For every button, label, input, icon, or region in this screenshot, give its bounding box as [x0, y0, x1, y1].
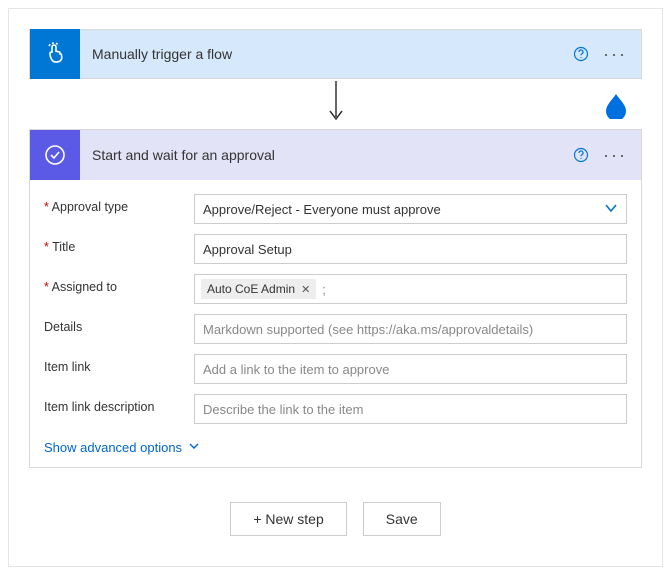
trigger-card[interactable]: Manually trigger a flow ···	[29, 29, 642, 79]
label-assigned-to: Assigned to	[44, 274, 194, 294]
item-link-desc-input[interactable]	[194, 394, 627, 424]
chevron-down-icon	[188, 440, 200, 455]
action-header[interactable]: Start and wait for an approval ···	[30, 130, 641, 180]
close-icon[interactable]: ✕	[301, 283, 310, 296]
footer-actions: + New step Save	[29, 502, 642, 536]
title-input[interactable]	[194, 234, 627, 264]
action-body: Approval type Approve/Reject - Everyone …	[30, 180, 641, 467]
help-icon[interactable]	[573, 147, 589, 163]
details-input[interactable]	[194, 314, 627, 344]
flow-canvas: Manually trigger a flow ···	[8, 8, 663, 567]
approval-type-select[interactable]: Approve/Reject - Everyone must approve	[194, 194, 627, 224]
assignee-chip-label: Auto CoE Admin	[207, 282, 295, 296]
assigned-to-input[interactable]: Auto CoE Admin ✕ ;	[194, 274, 627, 304]
connector-arrow	[29, 79, 642, 129]
save-button[interactable]: Save	[363, 502, 441, 536]
label-item-link: Item link	[44, 354, 194, 374]
label-item-link-desc: Item link description	[44, 394, 194, 414]
trigger-title: Manually trigger a flow	[80, 46, 232, 62]
more-icon[interactable]: ···	[603, 146, 627, 164]
assignee-suffix: ;	[322, 282, 326, 297]
approval-icon	[30, 130, 80, 180]
advanced-label: Show advanced options	[44, 440, 182, 455]
show-advanced-options[interactable]: Show advanced options	[44, 440, 200, 455]
label-title: Title	[44, 234, 194, 254]
assignee-chip: Auto CoE Admin ✕	[201, 279, 316, 299]
action-card: Start and wait for an approval ··· Appro…	[29, 129, 642, 468]
chevron-down-icon	[604, 201, 618, 218]
help-icon[interactable]	[573, 46, 589, 62]
more-icon[interactable]: ···	[603, 45, 627, 63]
item-link-input[interactable]	[194, 354, 627, 384]
touch-icon	[30, 29, 80, 79]
new-step-button[interactable]: + New step	[230, 502, 346, 536]
label-approval-type: Approval type	[44, 194, 194, 214]
label-details: Details	[44, 314, 194, 334]
waterdrop-icon	[602, 91, 630, 119]
action-title: Start and wait for an approval	[80, 147, 275, 163]
approval-type-value: Approve/Reject - Everyone must approve	[203, 202, 441, 217]
